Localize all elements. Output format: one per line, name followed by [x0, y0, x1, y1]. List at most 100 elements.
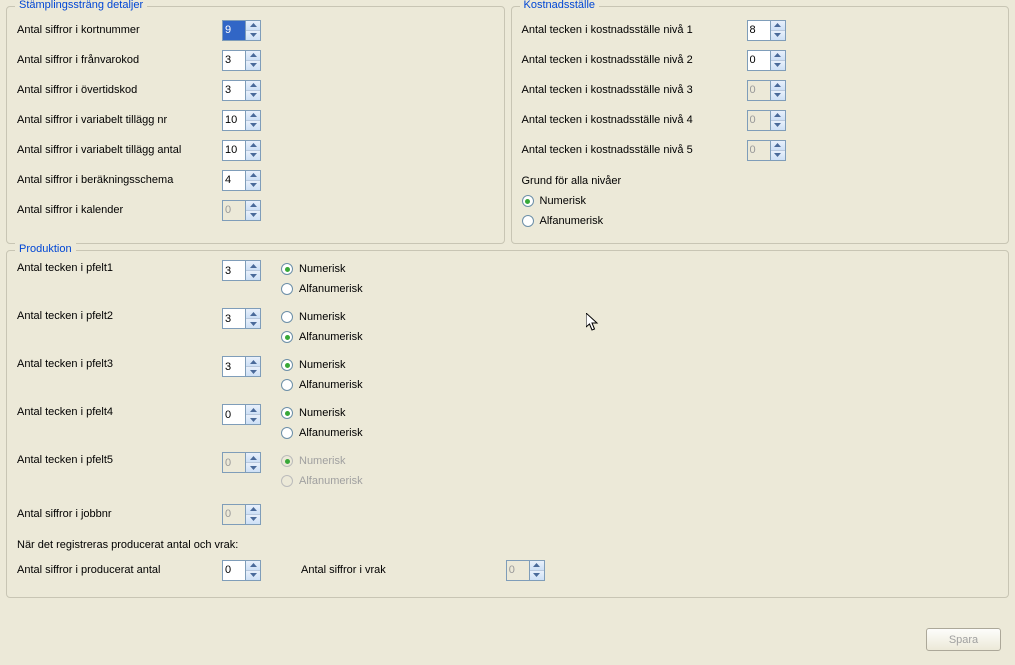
pfelt4-alpha-label: Alfanumerisk — [299, 475, 363, 487]
stampling-spinner-4[interactable] — [222, 140, 261, 161]
pfelt-spinner-0-up-arrow[interactable] — [246, 261, 260, 271]
pfelt-label-2: Antal tecken i pfelt3 — [17, 355, 222, 370]
stampling-spinner-4-input[interactable] — [223, 141, 245, 160]
kostnad-label-1: Antal tecken i kostnadsställe nivå 2 — [522, 54, 747, 66]
stampling-spinner-3[interactable] — [222, 110, 261, 131]
stampling-spinner-3-up-arrow[interactable] — [246, 111, 260, 121]
kostnad-spinner-1-down-arrow[interactable] — [771, 61, 785, 70]
stampling-spinner-0-up-arrow[interactable] — [246, 21, 260, 31]
kostnad-spinner-0[interactable] — [747, 20, 786, 41]
produced-spinner-input[interactable] — [223, 561, 245, 580]
pfelt-spinner-2-down-arrow[interactable] — [246, 367, 260, 376]
kostnad-spinner-4-input — [748, 141, 770, 160]
pfelt-label-3: Antal tecken i pfelt4 — [17, 403, 222, 418]
stampling-spinner-2-input[interactable] — [223, 81, 245, 100]
pfelt1-alpha-radio[interactable] — [281, 331, 293, 343]
stampling-spinner-1-down-arrow[interactable] — [246, 61, 260, 70]
produced-spinner[interactable] — [222, 560, 261, 581]
pfelt-spinner-2[interactable] — [222, 356, 261, 377]
stampling-spinner-1-up-arrow[interactable] — [246, 51, 260, 61]
pfelt1-alpha[interactable]: Alfanumerisk — [281, 327, 363, 347]
pfelt-spinner-3-down-arrow[interactable] — [246, 415, 260, 424]
stampling-spinner-3-down-arrow[interactable] — [246, 121, 260, 130]
pfelt2-numeric-label: Numerisk — [299, 359, 345, 371]
kostnad-spinner-0-up-arrow[interactable] — [771, 21, 785, 31]
kostnad-spinner-0-input[interactable] — [748, 21, 770, 40]
stampling-spinner-6-input — [223, 201, 245, 220]
pfelt1-numeric-label: Numerisk — [299, 311, 345, 323]
stampling-spinner-4-down-arrow[interactable] — [246, 151, 260, 160]
stampling-spinner-2[interactable] — [222, 80, 261, 101]
pfelt2-numeric-radio[interactable] — [281, 359, 293, 371]
stampling-label-4: Antal siffror i variabelt tillägg antal — [17, 144, 222, 156]
stampling-spinner-1-input[interactable] — [223, 51, 245, 70]
stampling-spinner-5-input[interactable] — [223, 171, 245, 190]
stampling-spinner-2-down-arrow[interactable] — [246, 91, 260, 100]
vrak-spinner-input — [507, 561, 529, 580]
stampling-spinner-1[interactable] — [222, 50, 261, 71]
stampling-spinner-0[interactable] — [222, 20, 261, 41]
kostnad-spinner-1-up-arrow[interactable] — [771, 51, 785, 61]
produced-spinner-up-arrow[interactable] — [246, 561, 260, 571]
pfelt-spinner-3-input[interactable] — [223, 405, 245, 424]
label-produced: Antal siffror i producerat antal — [17, 564, 222, 576]
pfelt-spinner-0-down-arrow[interactable] — [246, 271, 260, 280]
pfelt3-numeric-radio[interactable] — [281, 407, 293, 419]
pfelt1-numeric-radio[interactable] — [281, 311, 293, 323]
kostnad-basis-heading: Grund för alla nivåer — [522, 175, 999, 187]
pfelt-spinner-1[interactable] — [222, 308, 261, 329]
pfelt-spinner-2-up-arrow[interactable] — [246, 357, 260, 367]
stampling-row-5: Antal siffror i beräkningsschema — [17, 165, 494, 195]
kostnad-spinner-2-down-arrow — [771, 91, 785, 100]
stampling-spinner-2-up-arrow[interactable] — [246, 81, 260, 91]
pfelt3-numeric[interactable]: Numerisk — [281, 403, 363, 423]
kostnad-spinner-0-down-arrow[interactable] — [771, 31, 785, 40]
pfelt-spinner-0[interactable] — [222, 260, 261, 281]
pfelt3-alpha-radio[interactable] — [281, 427, 293, 439]
pfelt2-numeric[interactable]: Numerisk — [281, 355, 363, 375]
pfelt2-alpha-radio[interactable] — [281, 379, 293, 391]
jobbnr-spinner-input — [223, 505, 245, 524]
pfelt-spinner-1-down-arrow[interactable] — [246, 319, 260, 328]
pfelt0-alpha[interactable]: Alfanumerisk — [281, 279, 363, 299]
vrak-spinner-down-arrow — [530, 571, 544, 580]
kostnad-basis-numeric[interactable]: Numerisk — [522, 191, 999, 211]
kostnad-spinner-1-input[interactable] — [748, 51, 770, 70]
pfelt-row-4: Antal tecken i pfelt5NumeriskAlfanumeris… — [17, 451, 998, 499]
stampling-spinner-6 — [222, 200, 261, 221]
stampling-spinner-6-down-arrow — [246, 211, 260, 220]
kostnad-basis-alpha-radio[interactable] — [522, 215, 534, 227]
stampling-spinner-5-down-arrow[interactable] — [246, 181, 260, 190]
kostnad-basis-alpha[interactable]: Alfanumerisk — [522, 211, 999, 231]
pfelt0-numeric[interactable]: Numerisk — [281, 259, 363, 279]
pfelt-label-0: Antal tecken i pfelt1 — [17, 259, 222, 274]
stampling-spinner-4-up-arrow[interactable] — [246, 141, 260, 151]
kostnad-spinner-4-up-arrow — [771, 141, 785, 151]
save-button[interactable]: Spara — [926, 628, 1001, 651]
stampling-spinner-6-up-arrow — [246, 201, 260, 211]
pfelt-spinner-3[interactable] — [222, 404, 261, 425]
kostnad-spinner-1[interactable] — [747, 50, 786, 71]
stampling-spinner-3-input[interactable] — [223, 111, 245, 130]
pfelt1-numeric[interactable]: Numerisk — [281, 307, 363, 327]
kostnad-spinner-3-up-arrow — [771, 111, 785, 121]
pfelt-spinner-0-input[interactable] — [223, 261, 245, 280]
pfelt-spinner-1-input[interactable] — [223, 309, 245, 328]
pfelt-spinner-4-input — [223, 453, 245, 472]
pfelt3-alpha[interactable]: Alfanumerisk — [281, 423, 363, 443]
pfelt-spinner-2-input[interactable] — [223, 357, 245, 376]
produced-spinner-down-arrow[interactable] — [246, 571, 260, 580]
stampling-spinner-5-up-arrow[interactable] — [246, 171, 260, 181]
stampling-spinner-5[interactable] — [222, 170, 261, 191]
pfelt-spinner-3-up-arrow[interactable] — [246, 405, 260, 415]
pfelt-spinner-1-up-arrow[interactable] — [246, 309, 260, 319]
pfelt0-numeric-radio[interactable] — [281, 263, 293, 275]
kostnad-basis-alpha-label: Alfanumerisk — [540, 215, 604, 227]
pfelt1-alpha-label: Alfanumerisk — [299, 331, 363, 343]
stampling-spinner-0-down-arrow[interactable] — [246, 31, 260, 40]
stampling-spinner-0-input[interactable] — [223, 21, 245, 40]
kostnad-basis-numeric-radio[interactable] — [522, 195, 534, 207]
kostnad-spinner-3 — [747, 110, 786, 131]
pfelt0-alpha-radio[interactable] — [281, 283, 293, 295]
pfelt2-alpha[interactable]: Alfanumerisk — [281, 375, 363, 395]
